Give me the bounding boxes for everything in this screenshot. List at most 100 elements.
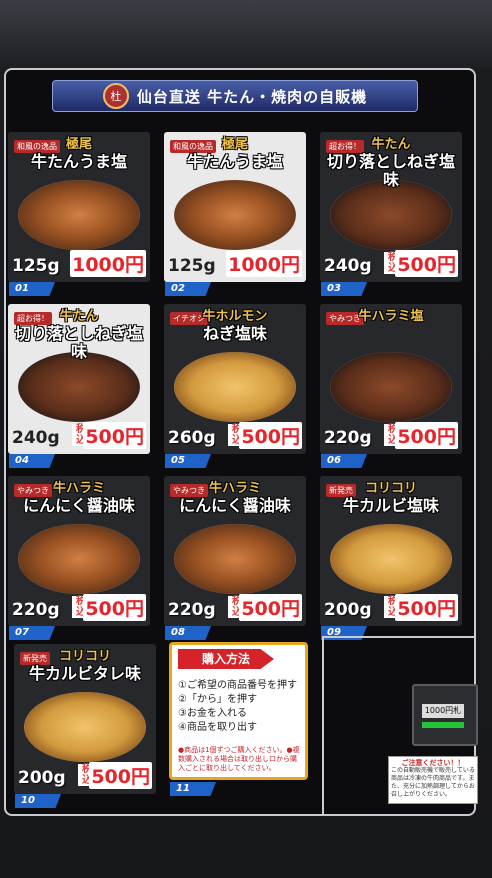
product-weight: 200g bbox=[18, 768, 66, 788]
caution-body: この自動販売機で販売している商品は冷凍の牛肉商品です。また、充分に加熱調理してか… bbox=[391, 767, 475, 798]
bill-acceptor-indicator bbox=[422, 722, 464, 728]
product-price: 500円 bbox=[395, 594, 458, 621]
machine-top-strip bbox=[0, 0, 492, 70]
step-3: ③お金を入れる bbox=[178, 708, 247, 719]
step-2: ②「から」を押す bbox=[178, 694, 257, 705]
product-title-line1: 牛たん bbox=[59, 309, 99, 324]
product-image bbox=[18, 352, 140, 422]
product-title-line1: コリコリ bbox=[364, 481, 417, 496]
product-title-line2: 切り落としねぎ塩味 bbox=[326, 151, 455, 190]
product-price: 500円 bbox=[83, 594, 146, 621]
product-image bbox=[330, 352, 452, 422]
product-image bbox=[330, 180, 452, 250]
product-title: 牛ハラミ塩 bbox=[324, 309, 458, 325]
product-title-line2: 切り落としねぎ塩味 bbox=[14, 323, 143, 362]
product-title-line1: コリコリ bbox=[58, 649, 111, 664]
product-weight: 260g bbox=[168, 428, 216, 448]
product-title-line2: 牛カルビタレ味 bbox=[28, 663, 141, 683]
product-price: 500円 bbox=[395, 250, 458, 277]
product-image bbox=[174, 352, 296, 422]
product-title-line2: にんにく醤油味 bbox=[23, 495, 135, 515]
select-button-10[interactable]: 10 bbox=[15, 794, 61, 808]
product-price: 500円 bbox=[239, 422, 302, 449]
step-4: ④商品を取り出す bbox=[178, 722, 257, 733]
product-card-05: イチオシ 牛ホルモン ねぎ塩味 260g 税込 500円 bbox=[164, 304, 306, 454]
product-weight: 220g bbox=[12, 600, 60, 620]
product-price: 500円 bbox=[239, 594, 302, 621]
product-card-03: 超お得！ 牛たん 切り落としねぎ塩味 240g 税込 500円 bbox=[320, 132, 462, 282]
product-title-line1: 牛ハラミ塩 bbox=[358, 309, 424, 324]
control-panel-border bbox=[322, 636, 476, 638]
product-weight: 125g bbox=[12, 256, 60, 276]
product-title: コリコリ 牛カルビ塩味 bbox=[324, 481, 458, 515]
product-image bbox=[24, 692, 146, 762]
product-card-04: 超お得！ 牛たん 切り落としねぎ塩味 240g 税込 500円 bbox=[8, 304, 150, 454]
product-title: 牛ホルモン ねぎ塩味 bbox=[168, 309, 302, 343]
product-card-01: 和風の逸品極尾牛たんうま塩125g税込1000円 bbox=[8, 132, 150, 282]
product-title-line1: 牛ホルモン bbox=[202, 309, 268, 324]
product-price: 500円 bbox=[89, 762, 152, 789]
product-image bbox=[174, 180, 296, 250]
product-price: 500円 bbox=[83, 422, 146, 449]
caution-notice: ご注意ください！！ この自動販売機で販売している商品は冷凍の牛肉商品です。また、… bbox=[388, 756, 478, 804]
select-button-06[interactable]: 06 bbox=[321, 454, 367, 468]
product-card-09: 新発売 コリコリ 牛カルビ塩味 200g 税込 500円 bbox=[320, 476, 462, 626]
product-title-line1: 牛ハラミ bbox=[208, 481, 261, 496]
product-image bbox=[18, 524, 140, 594]
select-button-05[interactable]: 05 bbox=[165, 454, 211, 468]
product-title: コリコリ 牛カルビタレ味 bbox=[18, 649, 152, 683]
product-title-line1: 極尾 bbox=[221, 137, 248, 152]
product-image bbox=[18, 180, 140, 250]
product-price: 500円 bbox=[395, 422, 458, 449]
brand-logo: 杜 bbox=[102, 83, 129, 109]
step-1: ①ご希望の商品番号を押す bbox=[178, 680, 297, 691]
product-weight: 240g bbox=[324, 256, 372, 276]
select-button-02[interactable]: 02 bbox=[165, 282, 211, 296]
select-button-11[interactable]: 11 bbox=[170, 782, 216, 796]
vending-machine: 杜 仙台直送 牛たん・焼肉の自販機 和風の逸品極尾牛たんうま塩125g税込100… bbox=[0, 0, 492, 878]
product-title-line2: 牛カルビ塩味 bbox=[342, 495, 439, 515]
product-title-line1: 牛たん bbox=[371, 137, 411, 152]
product-title: 牛ハラミ にんにく醤油味 bbox=[12, 481, 146, 515]
product-weight: 125g bbox=[168, 256, 216, 276]
product-card-06: やみつき 牛ハラミ塩 220g 税込 500円 bbox=[320, 304, 462, 454]
caution-title: ご注意ください！！ bbox=[401, 759, 465, 767]
select-button-07[interactable]: 07 bbox=[9, 626, 55, 640]
select-button-04[interactable]: 04 bbox=[9, 454, 55, 468]
product-title: 牛たん 切り落としねぎ塩味 bbox=[12, 309, 146, 362]
bill-acceptor-label: 1000円札 bbox=[422, 704, 464, 718]
banner-title: 仙台直送 牛たん・焼肉の自販機 bbox=[136, 87, 368, 106]
how-to-buy-title: 購入方法 bbox=[178, 649, 274, 669]
product-price: 1000円 bbox=[70, 250, 146, 277]
product-weight: 200g bbox=[324, 600, 372, 620]
product-title-line2: にんにく醤油味 bbox=[179, 495, 291, 515]
product-price: 1000円 bbox=[226, 250, 302, 277]
product-title-line2: 牛たんうま塩 bbox=[30, 151, 127, 171]
header-banner: 杜 仙台直送 牛たん・焼肉の自販機 bbox=[52, 80, 418, 112]
product-title: 牛ハラミ にんにく醤油味 bbox=[168, 481, 302, 515]
product-image bbox=[174, 524, 296, 594]
product-title: 牛たん 切り落としねぎ塩味 bbox=[324, 137, 458, 190]
product-title-line2: ねぎ塩味 bbox=[202, 323, 267, 343]
bill-acceptor[interactable]: 1000円札 bbox=[412, 684, 478, 746]
product-title: 極尾 牛たんうま塩 bbox=[168, 137, 302, 171]
product-weight: 220g bbox=[324, 428, 372, 448]
product-card-10: 新発売 コリコリ 牛カルビタレ味 200g 税込 500円 bbox=[14, 644, 156, 794]
control-panel-divider bbox=[322, 636, 324, 814]
product-title: 極尾 牛たんうま塩 bbox=[12, 137, 146, 171]
select-button-08[interactable]: 08 bbox=[165, 626, 211, 640]
product-weight: 240g bbox=[12, 428, 60, 448]
product-title-line1: 牛ハラミ bbox=[52, 481, 105, 496]
product-image bbox=[330, 524, 452, 594]
select-button-01[interactable]: 01 bbox=[9, 282, 55, 296]
product-weight: 220g bbox=[168, 600, 216, 620]
select-button-03[interactable]: 03 bbox=[321, 282, 367, 296]
how-to-buy-note: ●商品は1個ずつご購入ください。●複数購入される場合は取り出し口から購入ごとに取… bbox=[178, 746, 300, 772]
product-title-line1: 極尾 bbox=[65, 137, 92, 152]
product-title-line2: 牛たんうま塩 bbox=[186, 151, 283, 171]
product-card-07: やみつき 牛ハラミ にんにく醤油味 220g 税込 500円 bbox=[8, 476, 150, 626]
product-card-02: 和風の逸品極尾牛たんうま塩125g税込1000円 bbox=[164, 132, 306, 282]
how-to-buy-steps: ①ご希望の商品番号を押す ②「から」を押す ③お金を入れる ④商品を取り出す bbox=[178, 679, 297, 735]
how-to-buy-panel: 購入方法 ①ご希望の商品番号を押す ②「から」を押す ③お金を入れる ④商品を取… bbox=[169, 642, 308, 780]
product-card-08: やみつき 牛ハラミ にんにく醤油味 220g 税込 500円 bbox=[164, 476, 306, 626]
